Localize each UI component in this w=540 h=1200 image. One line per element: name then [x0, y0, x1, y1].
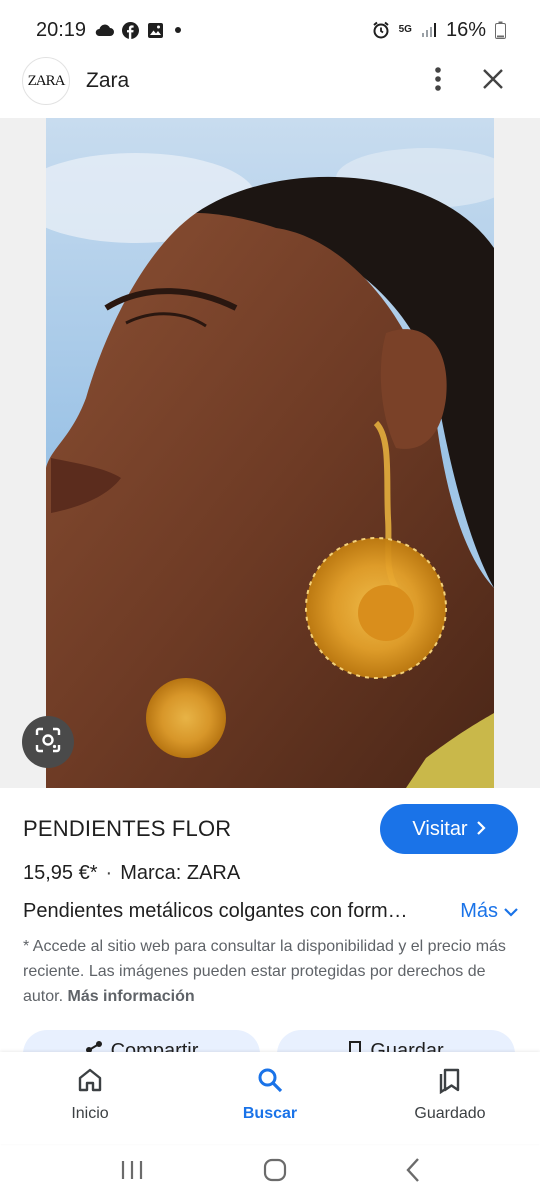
visit-label: Visitar	[412, 817, 468, 840]
more-vert-icon[interactable]	[434, 66, 442, 97]
result-header: ZARA Zara	[0, 48, 540, 114]
site-name[interactable]: Zara	[86, 69, 129, 93]
battery-level: 16%	[445, 18, 486, 41]
gallery-icon	[147, 22, 164, 39]
save-button[interactable]: Guardar	[277, 1030, 515, 1052]
lens-search-button[interactable]	[22, 716, 74, 768]
site-logo[interactable]: ZARA	[22, 57, 70, 105]
share-label: Compartir	[110, 1040, 199, 1052]
more-label: Más	[460, 900, 498, 922]
share-button[interactable]: Compartir	[23, 1030, 260, 1052]
home-button-icon[interactable]	[263, 1158, 287, 1187]
cloud-icon	[94, 23, 115, 37]
home-icon	[76, 1066, 104, 1099]
status-time: 20:19	[36, 18, 87, 41]
product-brand: Marca: ZARA	[120, 862, 241, 884]
battery-icon	[495, 21, 506, 39]
more-info-link[interactable]: Más información	[67, 988, 194, 1005]
lens-icon	[35, 727, 61, 758]
nav-item-inicio[interactable]: Inicio	[0, 1052, 180, 1144]
dot-icon	[172, 24, 184, 36]
nav-item-buscar[interactable]: Buscar	[180, 1052, 360, 1144]
system-nav-bar	[0, 1144, 540, 1200]
product-meta: 15,95 €* · Marca: ZARA	[23, 862, 240, 885]
product-price: 15,95 €*	[23, 862, 98, 884]
share-icon	[85, 1040, 103, 1052]
alarm-icon	[372, 21, 390, 39]
network-type: 5G	[398, 24, 412, 35]
close-icon[interactable]	[482, 68, 504, 95]
disclaimer: * Accede al sitio web para consultar la …	[23, 934, 523, 1009]
action-buttons: Compartir Guardar	[0, 1030, 540, 1052]
search-icon	[256, 1066, 284, 1099]
nav-label-inicio: Inicio	[71, 1105, 109, 1122]
chevron-right-icon	[476, 818, 486, 841]
nav-label-buscar: Buscar	[242, 1105, 298, 1122]
product-description: Pendientes metálicos colgantes con form…	[23, 900, 408, 922]
recent-apps-icon[interactable]	[119, 1159, 145, 1186]
nav-item-guardado[interactable]: Guardado	[360, 1052, 540, 1144]
product-image-area	[0, 118, 540, 788]
visit-button[interactable]: Visitar	[380, 804, 518, 854]
bookmark-icon	[348, 1040, 362, 1052]
chevron-down-icon	[504, 900, 518, 923]
bottom-nav: Inicio Buscar Guardado	[0, 1052, 540, 1144]
bookmarks-icon	[436, 1066, 464, 1099]
meta-separator: ·	[105, 862, 113, 884]
product-title: PENDIENTES FLOR	[23, 816, 232, 841]
product-image[interactable]	[46, 118, 494, 788]
facebook-icon	[122, 21, 140, 39]
nav-label-guardado: Guardado	[414, 1105, 486, 1122]
save-label: Guardar	[370, 1040, 444, 1052]
more-description-link[interactable]: Más	[460, 900, 518, 923]
back-icon[interactable]	[405, 1157, 421, 1188]
signal-icon	[421, 22, 437, 38]
